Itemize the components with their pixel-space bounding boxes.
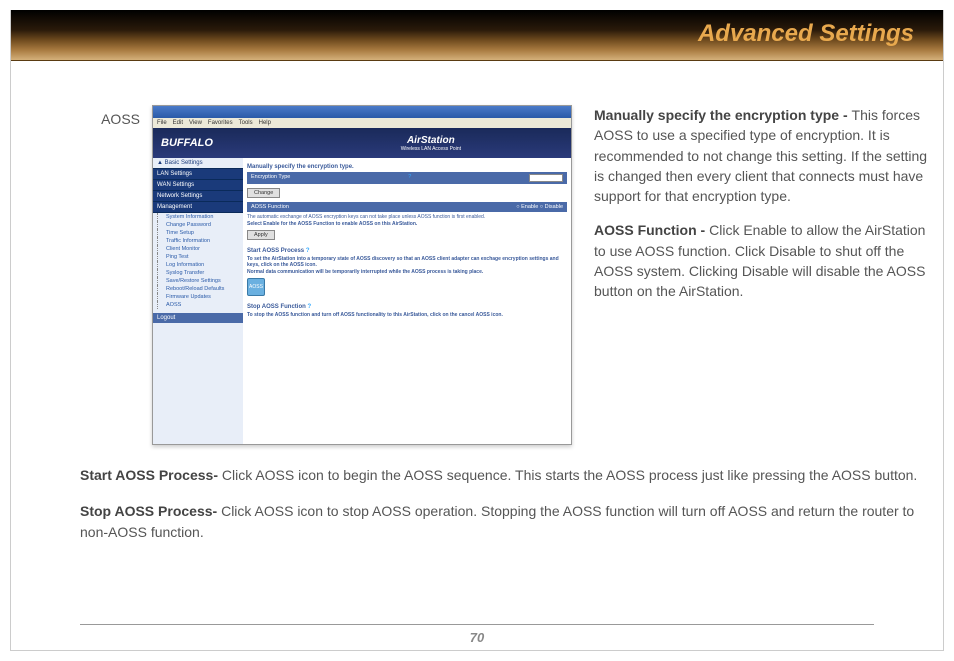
nav-sub-system-info[interactable]: System Information: [157, 213, 243, 221]
menu-edit[interactable]: Edit: [173, 120, 183, 126]
para3-text: Click AOSS icon to begin the AOSS sequen…: [222, 467, 917, 483]
nav-sub-time-setup[interactable]: Time Setup: [157, 229, 243, 237]
right-text-column: Manually specify the encryption type - T…: [584, 105, 929, 445]
aoss-start-icon[interactable]: AOSS: [247, 278, 265, 296]
ss-enc-label: Encryption Type: [251, 174, 290, 182]
nav-management[interactable]: Management: [153, 202, 243, 213]
brand-sub: Wireless LAN Access Point: [401, 146, 461, 152]
nav-sub-save-restore[interactable]: Save/Restore Settings: [157, 277, 243, 285]
window-menubar: File Edit View Favorites Tools Help: [153, 118, 571, 128]
nav-network-settings[interactable]: Network Settings: [153, 191, 243, 202]
ss-disable-radio[interactable]: Disable: [545, 204, 563, 210]
menu-help[interactable]: Help: [259, 120, 271, 126]
content-area: AOSS File Edit View Favorites Tools Help…: [80, 105, 929, 558]
menu-tools[interactable]: Tools: [239, 120, 253, 126]
para3-bold: Start AOSS Process-: [80, 467, 222, 483]
nav-basic-settings[interactable]: ▲ Basic Settings: [153, 158, 243, 169]
ss-text4: Normal data communication will be tempor…: [247, 269, 567, 275]
brand-airstation: AirStation: [401, 135, 461, 146]
page-number: 70: [0, 630, 954, 645]
nav-lan-settings[interactable]: LAN Settings: [153, 169, 243, 180]
para-aoss-function: AOSS Function - Click Enable to allow th…: [594, 220, 929, 301]
ss-enc-row: Encryption Type ? WEP128: [247, 172, 567, 184]
nav-sub-log-info[interactable]: Log Information: [157, 261, 243, 269]
embedded-screenshot: File Edit View Favorites Tools Help BUFF…: [152, 105, 572, 445]
nav-sub-client-monitor[interactable]: Client Monitor: [157, 245, 243, 253]
para1-bold: Manually specify the encryption type -: [594, 107, 852, 123]
menu-file[interactable]: File: [157, 120, 167, 126]
ss-text3: To set the AirStation into a temporary s…: [247, 256, 567, 268]
nav-sub-firmware[interactable]: Firmware Updates: [157, 293, 243, 301]
ss-text1: The automatic exchange of AOSS encryptio…: [247, 214, 567, 220]
ss-sidebar: ▲ Basic Settings LAN Settings WAN Settin…: [153, 158, 243, 444]
nav-logout[interactable]: Logout: [153, 313, 243, 323]
nav-wan-settings[interactable]: WAN Settings: [153, 180, 243, 191]
para-start-aoss: Start AOSS Process- Click AOSS icon to b…: [80, 465, 929, 485]
para-manual-encryption: Manually specify the encryption type - T…: [594, 105, 929, 206]
ss-aoss-func-row: AOSS Function ○ Enable ○ Disable: [247, 202, 567, 212]
ss-start-label: Start AOSS Process ?: [247, 248, 567, 254]
ss-change-button[interactable]: Change: [247, 188, 280, 198]
below-text-block: Start AOSS Process- Click AOSS icon to b…: [80, 465, 929, 542]
nav-sub-change-password[interactable]: Change Password: [157, 221, 243, 229]
ss-h1: Manually specify the encryption type.: [247, 164, 567, 170]
para4-bold: Stop AOSS Process-: [80, 503, 221, 519]
window-titlebar: [153, 106, 571, 118]
ss-text5: To stop the AOSS function and turn off A…: [247, 312, 567, 318]
ss-apply-button[interactable]: Apply: [247, 230, 275, 240]
ss-text2: Select Enable for the AOSS Function to e…: [247, 221, 567, 227]
menu-favorites[interactable]: Favorites: [208, 120, 233, 126]
ss-aoss-func-label: AOSS Function: [251, 204, 289, 210]
nav-sub-aoss[interactable]: AOSS: [157, 301, 243, 309]
footer-divider: [80, 624, 874, 625]
nav-sub-reboot[interactable]: Reboot/Reload Defaults: [157, 285, 243, 293]
nav-sub-traffic-info[interactable]: Traffic Information: [157, 237, 243, 245]
ss-stop-label: Stop AOSS Function ?: [247, 304, 567, 310]
aoss-label: AOSS: [80, 105, 140, 445]
page-title: Advanced Settings: [698, 20, 914, 48]
ss-enable-radio[interactable]: Enable: [521, 204, 538, 210]
nav-sub-ping-test[interactable]: Ping Test: [157, 253, 243, 261]
brand-banner: BUFFALO AirStation Wireless LAN Access P…: [153, 128, 571, 158]
para2-bold: AOSS Function -: [594, 222, 709, 238]
ss-enc-select[interactable]: WEP128: [529, 174, 563, 182]
menu-view[interactable]: View: [189, 120, 202, 126]
brand-buffalo: BUFFALO: [161, 137, 213, 149]
nav-sub-syslog[interactable]: Syslog Transfer: [157, 269, 243, 277]
para-stop-aoss: Stop AOSS Process- Click AOSS icon to st…: [80, 501, 929, 542]
ss-main: Manually specify the encryption type. En…: [243, 158, 571, 444]
